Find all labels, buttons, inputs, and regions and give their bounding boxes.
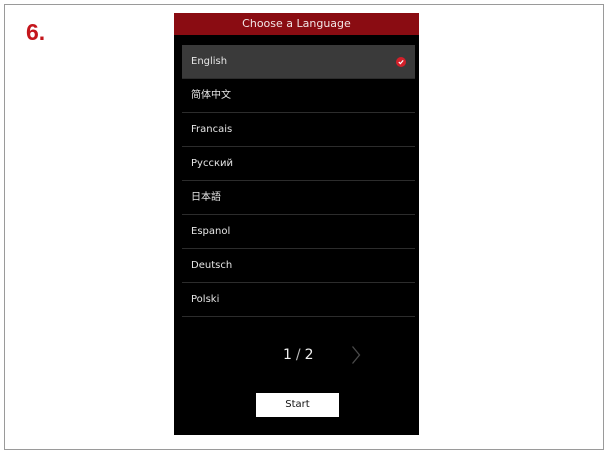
screenshot-frame: 6. Choose a Language English 简体中文 Franca… (4, 4, 604, 450)
language-option-spanish[interactable]: Espanol (182, 215, 415, 249)
language-option-russian[interactable]: Русский (182, 147, 415, 181)
check-circle-icon (396, 57, 406, 67)
step-number: 6. (26, 19, 46, 45)
language-option-japanese[interactable]: 日本語 (182, 181, 415, 215)
phone-screen: Choose a Language English 简体中文 Francais … (174, 13, 419, 435)
language-option-polish[interactable]: Polski (182, 283, 415, 317)
language-label: Русский (191, 158, 233, 169)
language-label: English (191, 56, 228, 67)
total-pages: 2 (304, 347, 314, 363)
chevron-right-icon[interactable] (351, 345, 361, 369)
language-list: English 简体中文 Francais Русский 日本語 Espano… (182, 45, 415, 317)
screen-title: Choose a Language (174, 13, 419, 35)
current-page: 1 (283, 347, 292, 363)
language-option-german[interactable]: Deutsch (182, 249, 415, 283)
page-indicator: 1/2 (283, 344, 314, 366)
language-label: 日本語 (191, 192, 221, 203)
language-label: 简体中文 (191, 90, 231, 101)
language-label: Polski (191, 294, 220, 305)
pagination: 1/2 (174, 344, 419, 366)
language-label: Deutsch (191, 260, 233, 271)
start-button[interactable]: Start (256, 393, 339, 417)
page-separator: / (295, 347, 301, 363)
language-label: Francais (191, 124, 233, 135)
language-option-english[interactable]: English (182, 45, 415, 79)
language-label: Espanol (191, 226, 231, 237)
language-option-chinese[interactable]: 简体中文 (182, 79, 415, 113)
language-option-french[interactable]: Francais (182, 113, 415, 147)
